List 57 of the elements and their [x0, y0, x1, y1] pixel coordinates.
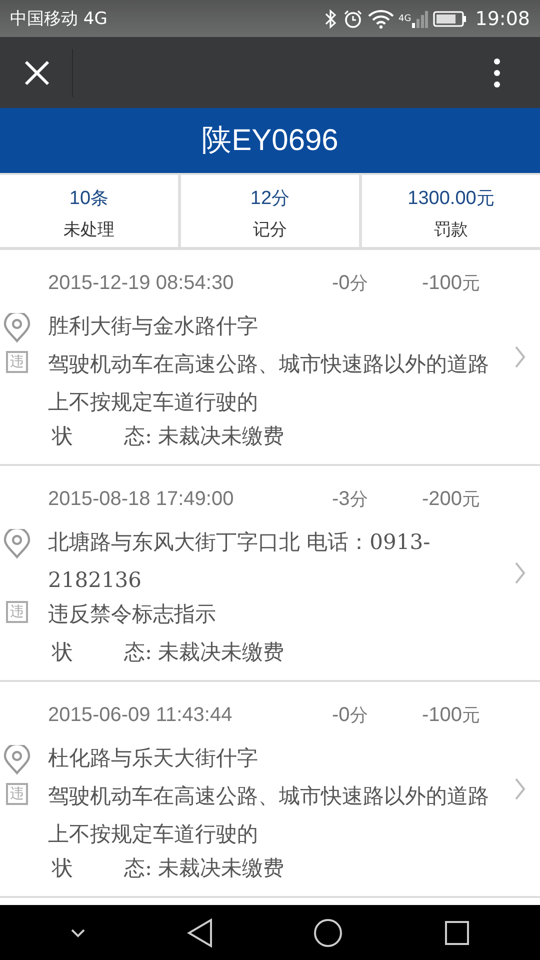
back-icon[interactable]: [186, 918, 213, 948]
record-location: 杜化路与乐天大街什字: [48, 745, 259, 772]
record-datetime: 2015-08-18 17:49:00: [48, 488, 235, 511]
chevron-right-icon: [514, 561, 526, 585]
violation-record[interactable]: 2015-08-18 17:49:00 -3分 -200元 北塘路与东风大街丁字口北 电话：0913-2182136 违 违反禁令标志指示 状 态: 未裁决未缴费: [0, 466, 540, 682]
summary-value: 12分: [250, 187, 290, 210]
record-datetime: 2015-06-09 11:43:44: [48, 704, 234, 727]
record-violation: 驾驶机动车在高速公路、城市快速路以外的道路上不按规定车道行驶的: [48, 783, 490, 848]
clock-label: 19:08: [475, 8, 530, 30]
plate-title: 陕EY0696: [202, 123, 338, 159]
violation-badge: 违: [6, 351, 28, 373]
violation-badge: 违: [6, 601, 28, 623]
chevron-down-icon[interactable]: [70, 928, 86, 938]
record-fine: -100元: [422, 703, 480, 727]
status-label: 态:: [124, 423, 152, 450]
record-datetime: 2015-12-19 08:54:30: [48, 272, 235, 295]
record-points: -0分: [332, 703, 369, 727]
wifi-icon: [368, 8, 394, 28]
summary-value: 10条: [69, 187, 109, 210]
record-violation: 违反禁令标志指示: [48, 601, 217, 628]
record-location: 北塘路与东风大街丁字口北 电话：0913-2182136: [48, 529, 432, 594]
record-status: 未裁决未缴费: [158, 639, 284, 666]
home-icon[interactable]: [313, 918, 344, 948]
status-label: 状: [50, 855, 74, 882]
chevron-right-icon: [514, 777, 526, 801]
location-pin-icon: [3, 313, 31, 343]
record-points: -3分: [332, 487, 369, 511]
summary-label: 罚款: [434, 219, 468, 241]
network-type-label: 4G: [398, 14, 412, 24]
carrier-label: 中国移动 4G: [10, 8, 108, 30]
recents-icon[interactable]: [444, 920, 470, 946]
record-points: -0分: [332, 271, 369, 295]
record-status: 未裁决未缴费: [158, 423, 284, 450]
record-status: 未裁决未缴费: [158, 855, 284, 882]
signal-icon: [412, 8, 428, 28]
summary-value: 1300.00元: [408, 187, 494, 210]
bluetooth-icon: [324, 8, 338, 28]
status-label: 态:: [124, 855, 152, 882]
violation-badge: 违: [6, 783, 28, 805]
status-label: 状: [50, 639, 74, 666]
record-fine: -100元: [422, 271, 480, 295]
status-label: 状: [50, 423, 74, 450]
alarm-icon: [342, 8, 363, 28]
battery-icon: [433, 10, 468, 28]
summary-label: 记分: [253, 219, 287, 241]
summary-label: 未处理: [64, 219, 114, 241]
record-fine: -200元: [422, 487, 480, 511]
location-pin-icon: [3, 745, 31, 775]
more-icon[interactable]: [493, 58, 501, 88]
status-label: 态:: [124, 639, 152, 666]
violation-record[interactable]: 2015-12-19 08:54:30 -0分 -100元 胜利大街与金水路什字 违 驾驶机动车在高速公路、城市快速路以外的道路上不按规定车道行驶的 状 态: 未裁决未缴费: [0, 250, 540, 466]
violation-record[interactable]: 2015-06-09 11:43:44 -0分 -100元 杜化路与乐天大街什字 违 驾驶机动车在高速公路、城市快速路以外的道路上不按规定车道行驶的 状 态: 未裁决未缴费: [0, 682, 540, 898]
close-icon[interactable]: [24, 60, 50, 86]
location-pin-icon: [3, 529, 31, 559]
chevron-right-icon: [514, 345, 526, 369]
record-location: 胜利大街与金水路什字: [48, 313, 259, 340]
record-violation: 驾驶机动车在高速公路、城市快速路以外的道路上不按规定车道行驶的: [48, 351, 490, 416]
